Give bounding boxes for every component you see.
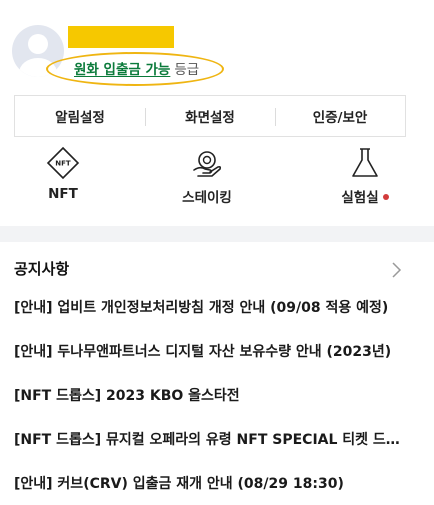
notice-item-text: [안내] 커브(CRV) 입출금 재개 안내 (08/29 18:30)	[14, 476, 344, 492]
notice-item[interactable]: [안내] 업비트 개인정보처리방침 개정 안내 (09/08 적용 예정)	[14, 298, 406, 342]
profile-section: 원화 입출금 가능 등급	[0, 0, 434, 92]
flask-icon	[352, 148, 378, 177]
notice-item-text: [NFT 드롭스] 2023 KBO 올스타전	[14, 388, 240, 404]
new-indicator-dot	[382, 194, 389, 200]
notice-item[interactable]: [안내] 두나무앤파트너스 디지털 자산 보유수량 안내 (2023년)	[14, 342, 406, 386]
staking-label: 스테이킹	[182, 190, 232, 206]
grade-link[interactable]: 원화 입출금 가능	[74, 62, 170, 78]
notice-title: 공지사항	[14, 260, 70, 278]
notice-list: [안내] 업비트 개인정보처리방침 개정 안내 (09/08 적용 예정) [안…	[14, 298, 406, 505]
notice-item[interactable]: [NFT 드롭스] 뮤지컬 오페라의 유령 NFT SPECIAL 티켓 드롭스	[14, 430, 406, 474]
notice-item-text: [안내] 두나무앤파트너스 디지털 자산 보유수량 안내 (2023년)	[14, 344, 392, 360]
chevron-right-icon[interactable]	[388, 262, 404, 278]
notice-item[interactable]: [안내] 커브(CRV) 입출금 재개 안내 (08/29 18:30)	[14, 474, 406, 505]
notice-item-text: [NFT 드롭스] 뮤지컬 오페라의 유령 NFT SPECIAL 티켓 드롭스	[14, 432, 406, 448]
notice-item-text: [안내] 업비트 개인정보처리방침 개정 안내 (09/08 적용 예정)	[14, 300, 389, 316]
staking-coin-icon	[193, 151, 222, 177]
section-divider	[0, 226, 434, 242]
notification-settings-button[interactable]: 알림설정	[15, 96, 145, 136]
nft-shortcut[interactable]: NFT NFT	[18, 146, 108, 202]
notice-header[interactable]: 공지사항	[14, 258, 420, 282]
svg-text:NFT: NFT	[55, 160, 71, 168]
grade-suffix: 등급	[174, 62, 200, 78]
nft-diamond-icon: NFT	[46, 146, 80, 180]
security-settings-button[interactable]: 인증/보안	[275, 96, 405, 136]
lab-shortcut[interactable]: 실험실	[320, 146, 410, 206]
shortcut-row: NFT NFT 스테이킹 실험실	[0, 146, 434, 216]
display-settings-button[interactable]: 화면설정	[145, 96, 275, 136]
user-grade: 원화 입출금 가능 등급	[74, 58, 199, 78]
settings-bar: 알림설정 화면설정 인증/보안	[14, 95, 406, 137]
nft-label: NFT	[48, 186, 78, 202]
avatar-head-shape	[28, 34, 48, 54]
staking-shortcut[interactable]: 스테이킹	[162, 146, 252, 206]
notice-item[interactable]: [NFT 드롭스] 2023 KBO 올스타전	[14, 386, 406, 430]
user-name-redacted	[68, 26, 174, 48]
lab-label: 실험실	[341, 190, 379, 206]
